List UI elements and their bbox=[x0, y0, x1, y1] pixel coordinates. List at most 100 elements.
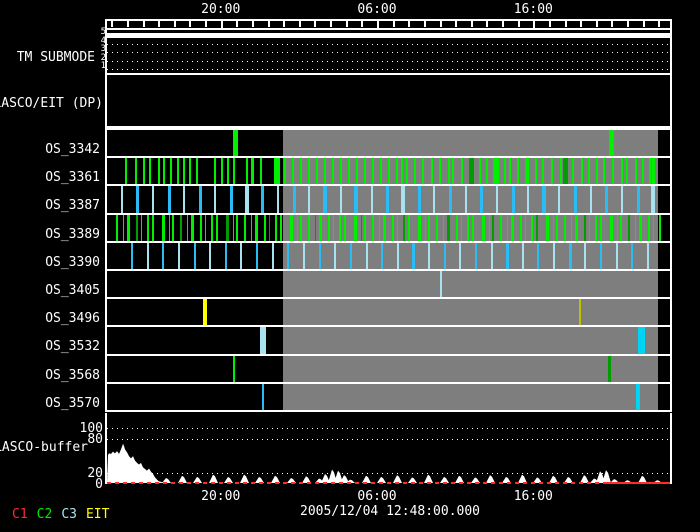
obs-marker bbox=[354, 186, 358, 213]
obs-marker bbox=[371, 186, 373, 213]
minor-tick bbox=[642, 21, 645, 27]
minor-tick bbox=[455, 21, 458, 27]
obs-marker bbox=[334, 242, 336, 269]
minor-tick bbox=[423, 21, 426, 27]
obs-marker bbox=[277, 186, 279, 213]
obs-marker bbox=[552, 214, 554, 241]
obs-marker bbox=[385, 186, 389, 213]
legend-item-C1: C1 bbox=[12, 507, 28, 522]
obs-marker bbox=[126, 214, 130, 241]
obs-marker bbox=[659, 214, 661, 241]
obs-marker bbox=[292, 158, 294, 185]
obs-marker bbox=[196, 158, 198, 185]
obs-marker bbox=[131, 242, 133, 269]
obs-marker bbox=[225, 242, 227, 269]
obs-marker bbox=[203, 299, 207, 326]
obs-marker bbox=[233, 158, 235, 185]
obs-marker bbox=[444, 242, 446, 269]
obs-marker bbox=[573, 186, 577, 213]
buffer-label: LASCO-buffer bbox=[0, 440, 88, 455]
buffer-gridline bbox=[107, 473, 670, 474]
buffer-gridline bbox=[107, 428, 670, 429]
obs-marker bbox=[472, 214, 474, 241]
obs-marker bbox=[168, 214, 170, 241]
obs-marker bbox=[366, 242, 368, 269]
obs-marker bbox=[535, 158, 537, 185]
obs-marker bbox=[221, 158, 223, 185]
obs-marker bbox=[268, 214, 270, 241]
buffer-baseline-dashed bbox=[107, 482, 607, 484]
os-row-OS_3568 bbox=[107, 355, 670, 384]
top-time-label: 06:00 bbox=[357, 2, 397, 17]
obs-marker bbox=[388, 158, 390, 185]
obs-marker bbox=[468, 158, 474, 185]
minor-tick bbox=[126, 21, 129, 27]
obs-marker bbox=[125, 158, 127, 185]
obs-marker bbox=[121, 186, 123, 213]
minor-tick bbox=[564, 21, 567, 27]
obs-marker bbox=[143, 158, 145, 185]
obs-marker bbox=[177, 158, 179, 185]
obs-marker bbox=[340, 158, 342, 185]
obs-marker bbox=[303, 242, 305, 269]
planned-day-region bbox=[283, 130, 658, 157]
obs-marker bbox=[214, 186, 216, 213]
obs-marker bbox=[280, 214, 282, 241]
obs-marker bbox=[401, 186, 405, 213]
obs-marker bbox=[465, 186, 467, 213]
buffer-ytick: 80 bbox=[87, 432, 103, 447]
obs-marker bbox=[584, 214, 586, 241]
bottom-time-label: 20:00 bbox=[201, 489, 241, 504]
planned-day-region bbox=[283, 355, 658, 382]
minor-tick bbox=[330, 21, 333, 27]
obs-marker bbox=[328, 214, 330, 241]
obs-marker bbox=[574, 214, 578, 241]
obs-marker bbox=[189, 158, 191, 185]
row-label: OS_3342 bbox=[45, 142, 100, 157]
minor-tick bbox=[361, 21, 364, 27]
obs-marker bbox=[381, 242, 383, 269]
obs-marker bbox=[244, 214, 246, 241]
obs-marker bbox=[360, 214, 362, 241]
obs-marker bbox=[537, 242, 539, 269]
obs-marker bbox=[152, 214, 154, 241]
obs-marker bbox=[634, 214, 636, 241]
obs-marker bbox=[452, 158, 454, 185]
obs-marker bbox=[163, 158, 165, 185]
obs-marker bbox=[607, 355, 611, 382]
obs-marker bbox=[595, 214, 597, 241]
obs-marker bbox=[436, 214, 438, 241]
obs-marker bbox=[579, 299, 581, 326]
obs-marker bbox=[647, 242, 649, 269]
tm-gridline bbox=[107, 43, 670, 45]
obs-marker bbox=[262, 383, 264, 410]
minor-tick bbox=[345, 21, 348, 27]
os-row-OS_3570 bbox=[107, 383, 670, 412]
planned-day-region bbox=[283, 383, 658, 410]
minor-tick bbox=[611, 21, 614, 27]
obs-marker bbox=[448, 158, 450, 185]
obs-marker bbox=[289, 214, 293, 241]
minor-tick bbox=[439, 21, 442, 27]
obs-marker bbox=[292, 186, 296, 213]
obs-marker bbox=[616, 214, 618, 241]
obs-marker bbox=[324, 158, 326, 185]
os-row-OS_3390 bbox=[107, 242, 670, 271]
obs-marker bbox=[256, 242, 258, 269]
obs-marker bbox=[227, 158, 229, 185]
obs-marker bbox=[631, 242, 633, 269]
obs-marker bbox=[584, 242, 586, 269]
row-label: OS_3361 bbox=[45, 170, 100, 186]
legend-item-C3: C3 bbox=[61, 507, 77, 522]
obs-marker bbox=[232, 214, 234, 241]
obs-marker bbox=[382, 214, 386, 241]
obs-marker bbox=[422, 158, 424, 185]
legend-item-C2: C2 bbox=[36, 507, 53, 522]
minor-tick bbox=[392, 21, 395, 27]
obs-marker bbox=[493, 158, 499, 185]
obs-marker bbox=[652, 214, 654, 241]
obs-marker bbox=[510, 214, 514, 241]
obs-marker bbox=[504, 158, 506, 185]
minor-tick bbox=[548, 21, 551, 27]
obs-marker bbox=[167, 186, 171, 213]
